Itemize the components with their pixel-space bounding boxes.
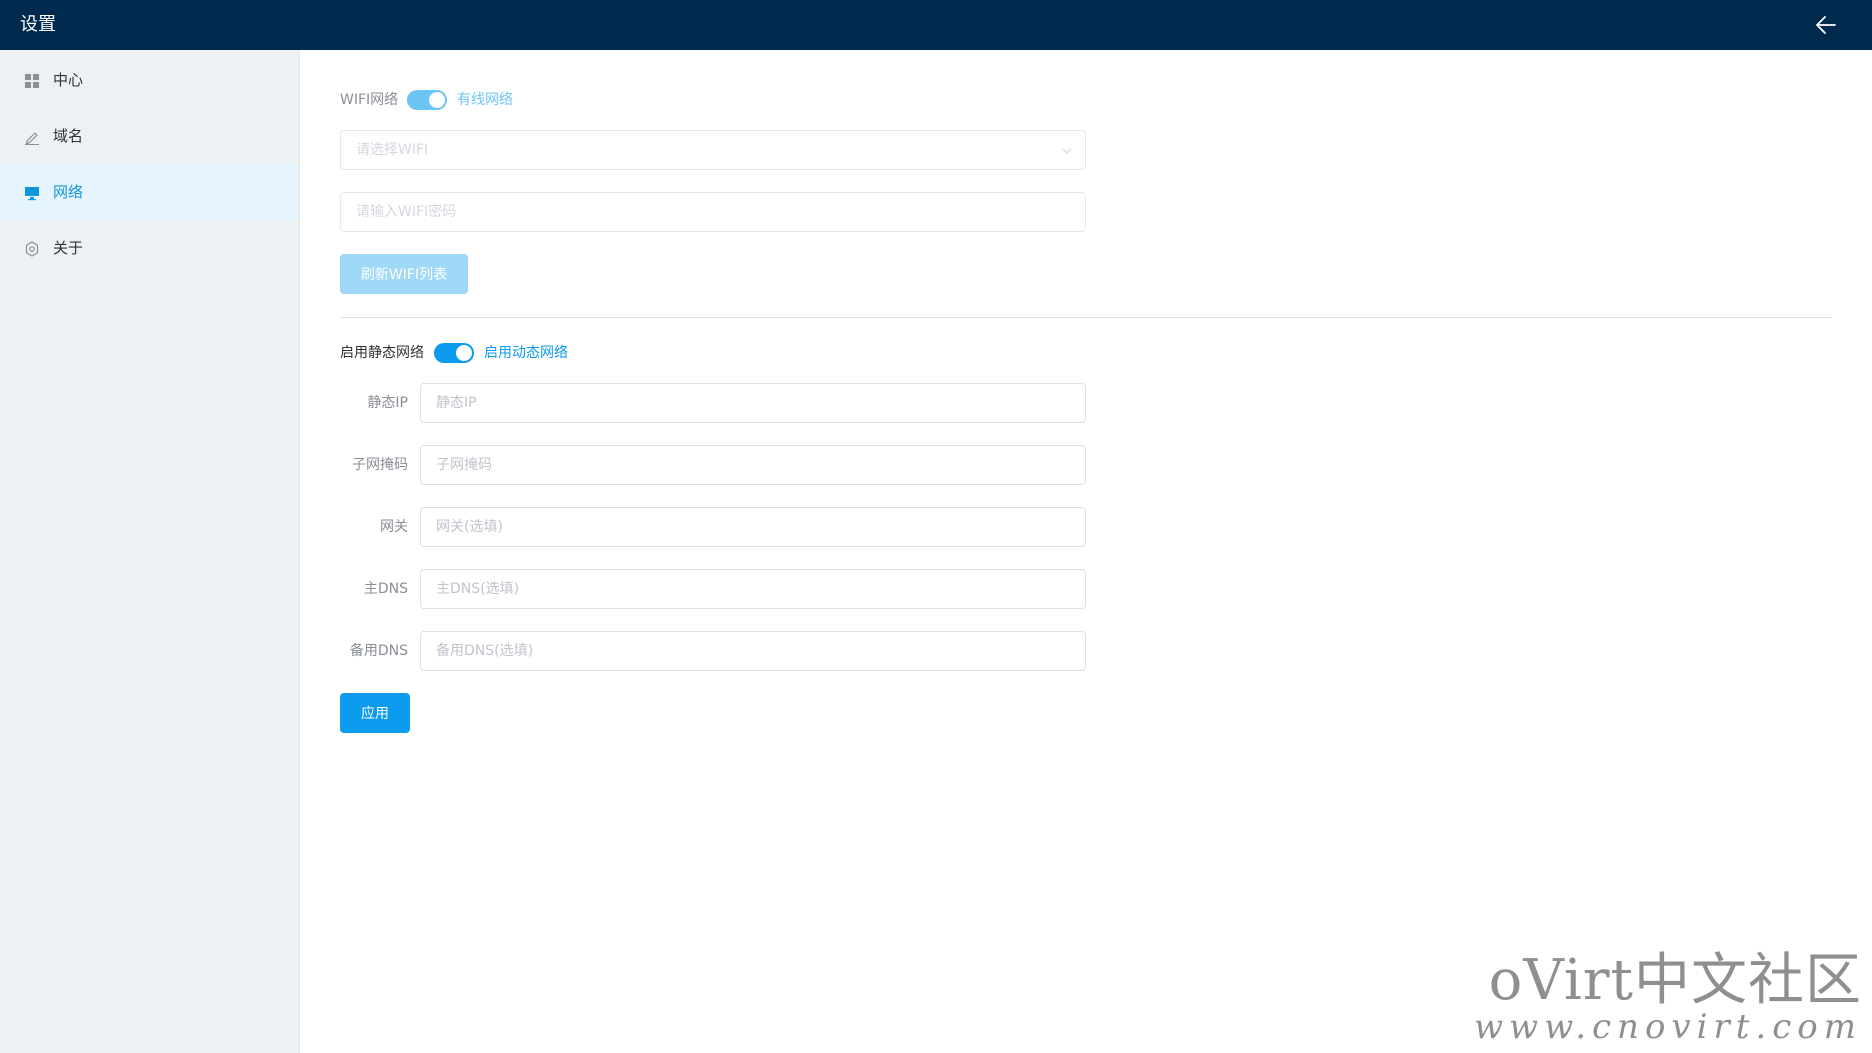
sidebar-item-domain[interactable]: 域名 — [0, 108, 299, 164]
wifi-wired-toggle[interactable] — [407, 90, 447, 110]
sidebar-item-label: 域名 — [53, 127, 84, 145]
wifi-switch-row: WIFI网络 有线网络 — [340, 88, 640, 112]
chevron-down-icon — [1062, 148, 1072, 154]
sidebar-item-network[interactable]: 网络 — [0, 164, 299, 220]
pencil-icon — [25, 132, 39, 145]
gateway-input[interactable] — [421, 508, 1085, 546]
sidebar: 中心 域名 网络 关于 — [0, 50, 300, 1053]
sidebar-item-label: 关于 — [53, 239, 84, 257]
arrow-left-icon — [1816, 16, 1836, 34]
grid-icon — [25, 74, 39, 88]
sidebar-item-center[interactable]: 中心 — [0, 52, 299, 108]
wired-switch-label: 有线网络 — [457, 92, 513, 108]
subnet-mask-label: 子网掩码 — [352, 457, 408, 473]
static-switch-row: 启用静态网络 启用动态网络 — [340, 341, 640, 365]
primary-dns-input[interactable] — [421, 570, 1085, 608]
top-bar: 设置 — [0, 0, 1872, 50]
static-ip-field[interactable] — [420, 383, 1086, 423]
section-divider — [340, 317, 1832, 318]
subnet-mask-field[interactable] — [420, 445, 1086, 485]
sidebar-item-label: 中心 — [53, 71, 84, 89]
page-title: 设置 — [20, 14, 56, 35]
static-switch-label: 启用静态网络 — [340, 345, 424, 361]
watermark-title: oVirt中文社区 — [1488, 948, 1862, 1013]
gear-icon — [25, 241, 39, 257]
gateway-label: 网关 — [380, 519, 408, 535]
network-settings-panel: WIFI网络 有线网络 刷新WIFI列表 启用静态网络 启用动态网络 静态IP … — [300, 50, 1872, 1053]
wifi-password-input[interactable] — [341, 193, 1085, 231]
gateway-field[interactable] — [420, 507, 1086, 547]
primary-dns-field[interactable] — [420, 569, 1086, 609]
sidebar-item-label: 网络 — [53, 183, 84, 201]
wifi-password-field[interactable] — [340, 192, 1086, 232]
monitor-icon — [25, 187, 39, 201]
wifi-select[interactable] — [340, 130, 1086, 170]
toggle-knob — [456, 345, 472, 361]
secondary-dns-field[interactable] — [420, 631, 1086, 671]
wifi-switch-label: WIFI网络 — [340, 92, 399, 108]
static-ip-input[interactable] — [421, 384, 1085, 422]
refresh-wifi-list-button[interactable]: 刷新WIFI列表 — [340, 254, 468, 294]
wifi-select-input[interactable] — [341, 131, 1085, 169]
dynamic-switch-label: 启用动态网络 — [484, 345, 568, 361]
subnet-mask-input[interactable] — [421, 446, 1085, 484]
primary-dns-label: 主DNS — [363, 581, 408, 597]
static-dynamic-toggle[interactable] — [434, 343, 474, 363]
watermark-url: www.cnovirt.com — [1473, 1007, 1862, 1047]
sidebar-item-about[interactable]: 关于 — [0, 220, 299, 276]
apply-button[interactable]: 应用 — [340, 693, 410, 733]
toggle-knob — [429, 92, 445, 108]
static-ip-label: 静态IP — [367, 395, 408, 411]
secondary-dns-label: 备用DNS — [349, 643, 408, 659]
secondary-dns-input[interactable] — [421, 632, 1085, 670]
back-button[interactable] — [1806, 10, 1846, 40]
